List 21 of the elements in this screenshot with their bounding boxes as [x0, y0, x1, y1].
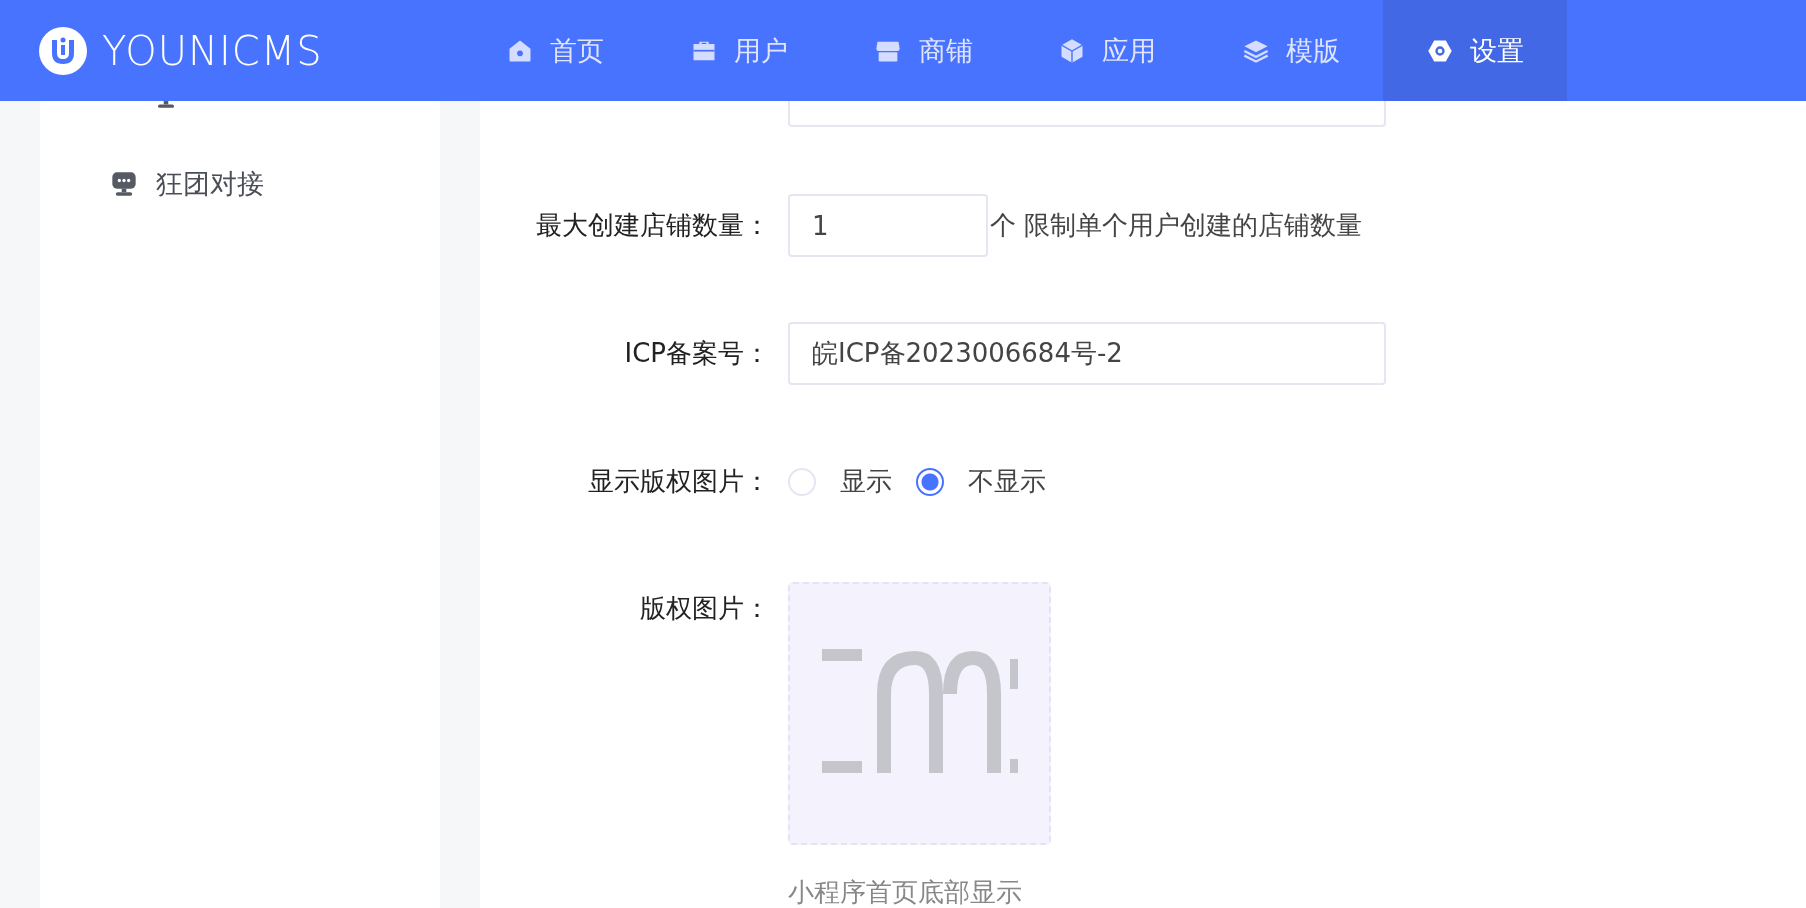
- nav-tab[interactable]: 首页: [463, 0, 647, 101]
- field-label: 版权图片：: [639, 592, 770, 625]
- field-hint: 个 限制单个用户创建的店铺数量: [990, 209, 1363, 242]
- field-label: ICP备案号：: [623, 337, 770, 370]
- nav-tab[interactable]: 模版: [1199, 0, 1383, 101]
- nav-tab[interactable]: 设置: [1383, 0, 1567, 101]
- field-label: 最大创建店铺数量：: [535, 209, 770, 242]
- radio-option[interactable]: 不显示: [916, 464, 1046, 499]
- nav-tab[interactable]: 应用: [1015, 0, 1199, 101]
- input-field[interactable]: 皖ICP备2023006684号-2: [788, 322, 1386, 385]
- logo-text: YOUNICMS: [102, 27, 323, 74]
- nav-tab[interactable]: 用户: [647, 0, 831, 101]
- radio-button[interactable]: [916, 467, 944, 496]
- logo-icon: [38, 25, 88, 76]
- nav-tab[interactable]: 商铺: [831, 0, 1015, 101]
- field-hint: 小程序首页底部显示: [788, 876, 1023, 908]
- image-upload[interactable]: [788, 582, 1051, 845]
- input-field[interactable]: 1: [788, 194, 988, 257]
- radio-option[interactable]: 显示: [788, 464, 892, 499]
- sidebar-item[interactable]: 狂团对接: [40, 162, 440, 206]
- field-label: 显示版权图片：: [587, 465, 770, 498]
